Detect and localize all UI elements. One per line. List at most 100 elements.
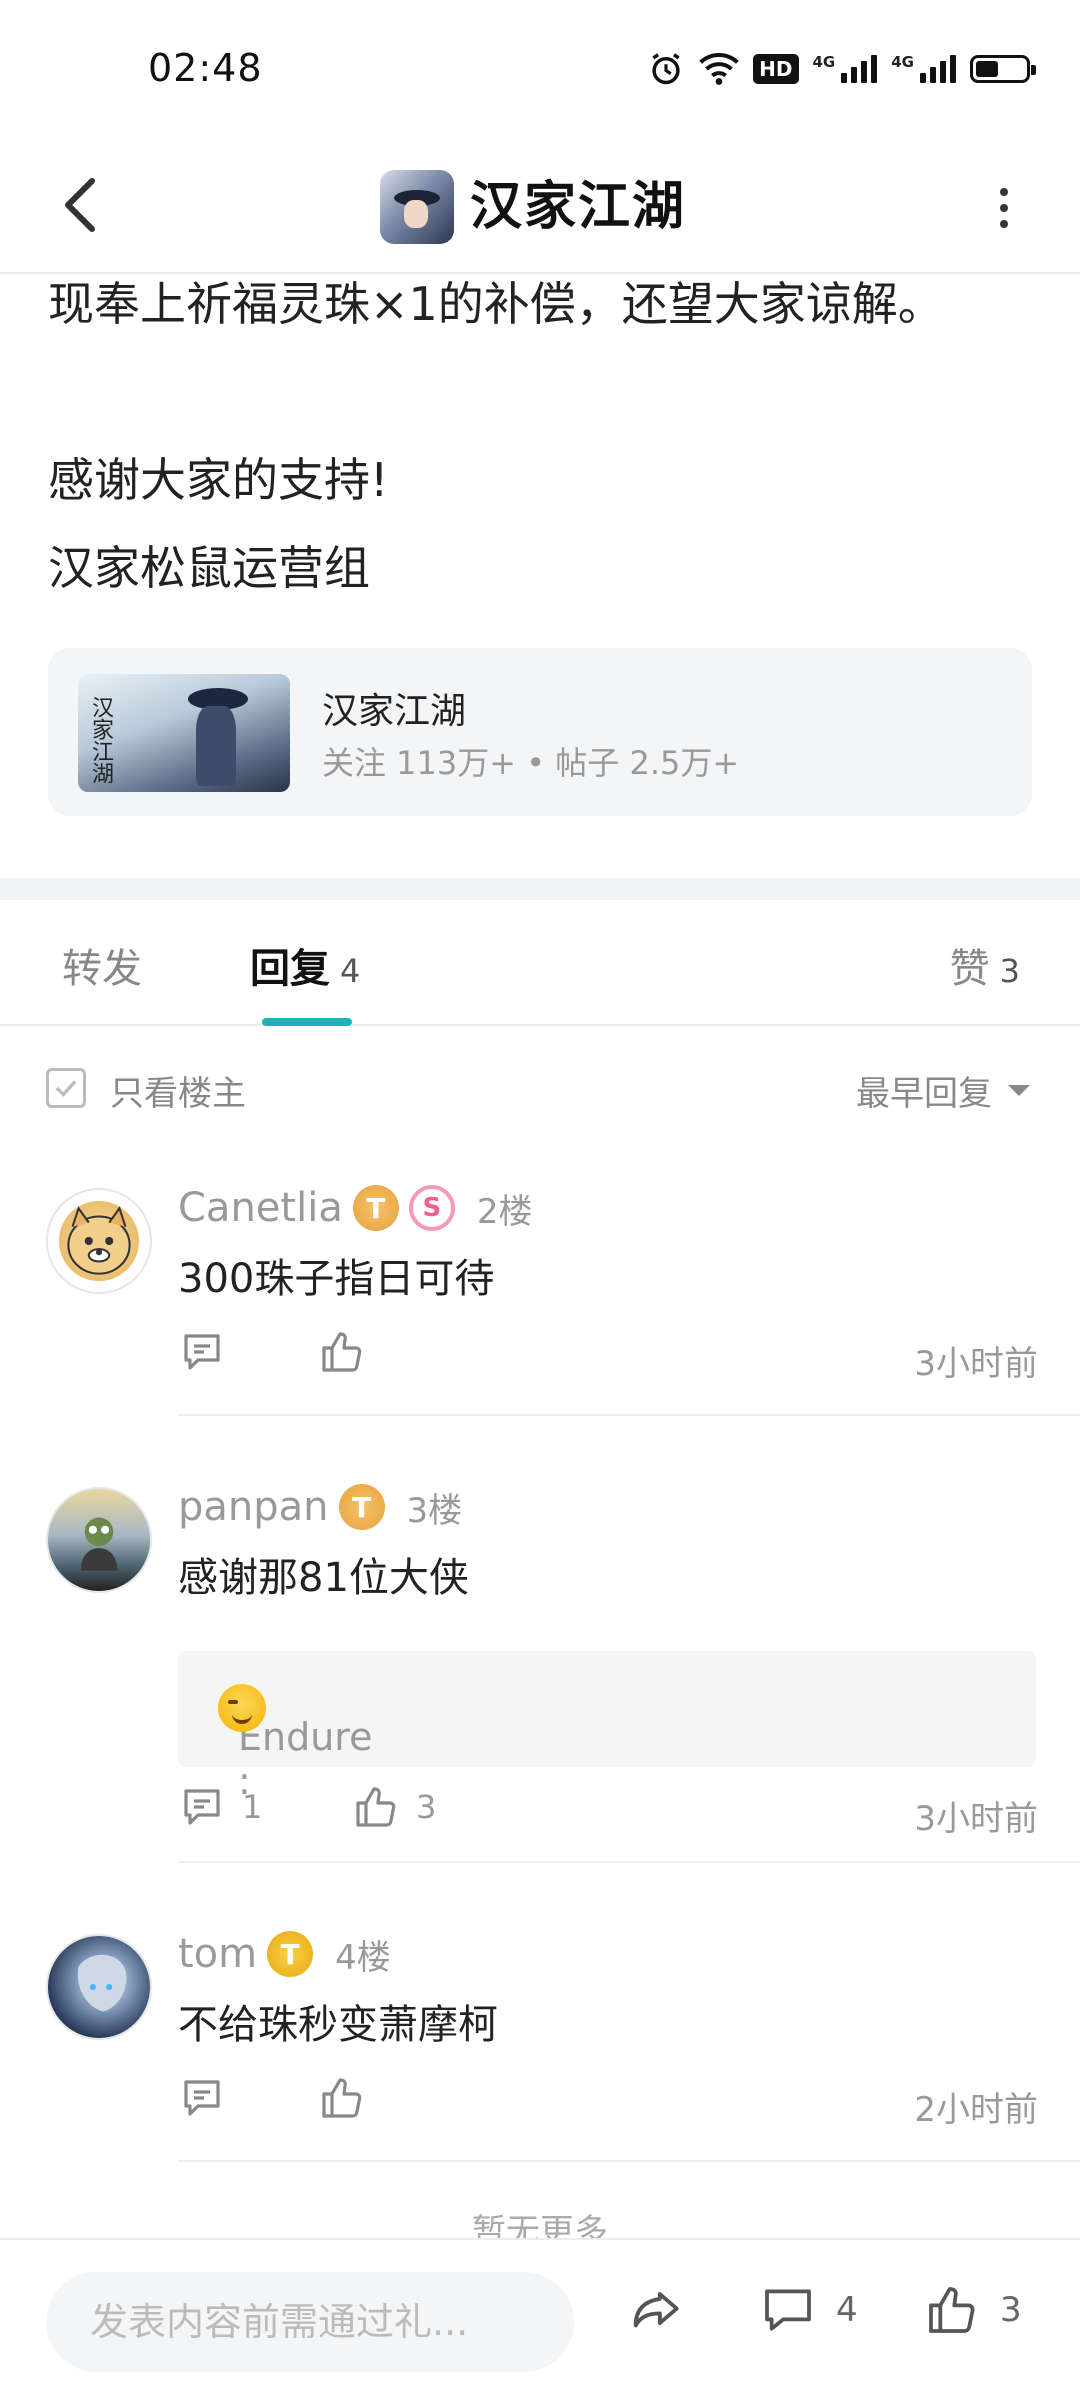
- character-icon: [80, 1517, 118, 1571]
- thumbs-up-icon: [322, 2078, 362, 2118]
- like-button[interactable]: 3: [352, 1783, 436, 1831]
- only-op-checkbox[interactable]: [46, 1068, 86, 1108]
- floor-number: 2楼: [476, 1191, 533, 1232]
- post-line: 现奉上祈福灵珠×1的补偿，还望大家谅解。: [48, 277, 944, 331]
- reply-header: Canetlia T S 2楼: [178, 1178, 532, 1238]
- username[interactable]: Canetlia: [178, 1185, 343, 1231]
- reply-time: 2小时前: [914, 2090, 1038, 2130]
- more-dot: [1000, 220, 1008, 228]
- username[interactable]: panpan: [178, 1484, 329, 1530]
- chevron-left-icon: [65, 178, 95, 232]
- reply-divider: [178, 1861, 1080, 1863]
- level-badge: T: [267, 1931, 314, 1977]
- share-button[interactable]: [626, 2282, 684, 2340]
- tab-replies[interactable]: 回复 4: [250, 936, 360, 994]
- comment-icon: [765, 2289, 811, 2331]
- signal-icon-2: 4G: [891, 55, 956, 83]
- dog-face-icon: [67, 1206, 131, 1275]
- reply-time: 3小时前: [914, 1799, 1038, 1839]
- reply-actions: 3小时前: [178, 1328, 1038, 1388]
- check-icon: [55, 1080, 77, 1097]
- status-time: 02:48: [148, 46, 263, 90]
- tab-likes[interactable]: 赞3: [950, 936, 1020, 994]
- alarm-icon: [647, 50, 685, 88]
- sort-dropdown[interactable]: 最早回复: [856, 1066, 1030, 1115]
- comment-count: 4: [836, 2290, 858, 2330]
- comment-button[interactable]: 1: [178, 1783, 262, 1831]
- forum-card-image: 汉家江湖: [78, 674, 290, 792]
- forum-name: 汉家江湖: [470, 177, 687, 237]
- special-badge: S: [408, 1185, 455, 1231]
- more-dot: [1000, 204, 1008, 212]
- post-line: 感谢大家的支持!: [48, 453, 389, 507]
- reply-header: panpan T 3楼: [178, 1477, 462, 1537]
- thumbs-up-icon: [929, 2287, 975, 2333]
- floor-number: 3楼: [406, 1490, 463, 1531]
- avatar[interactable]: [46, 1487, 152, 1593]
- forum-card-name: 汉家江湖: [322, 691, 467, 732]
- reply-actions: 1 3 3小时前: [178, 1783, 1038, 1843]
- post-content: 现奉上祈福灵珠×1的补偿，还望大家谅解。 感谢大家的支持! 汉家松鼠运营组: [48, 260, 1048, 612]
- post-detail-screen: { "status_bar": {"time": "02:48", "hd": …: [0, 0, 1080, 2400]
- reply-text: 感谢那81位大侠: [178, 1555, 469, 1601]
- comment-button[interactable]: [178, 1328, 242, 1376]
- hd-voice-icon: HD: [753, 54, 799, 84]
- forum-title[interactable]: 汉家江湖: [380, 154, 686, 260]
- reply-input[interactable]: 发表内容前需通过礼...: [46, 2272, 574, 2372]
- wifi-icon: [699, 52, 739, 86]
- sort-label: 最早回复: [856, 1074, 992, 1114]
- reply-filter-bar: 只看楼主 最早回复: [0, 1026, 1080, 1146]
- floor-number: 4楼: [335, 1937, 391, 1978]
- reply-text: 不给珠秒变萧摩柯: [178, 2002, 498, 2048]
- smirk-emoji-icon: [218, 1683, 266, 1732]
- avatar[interactable]: [46, 1188, 152, 1294]
- signal-icon-1: 4G: [813, 55, 878, 83]
- post-line: 汉家松鼠运营组: [48, 541, 370, 595]
- like-count: 3: [416, 1788, 437, 1826]
- avatar[interactable]: [46, 1934, 152, 2040]
- comment-count: 1: [242, 1788, 263, 1826]
- like-button[interactable]: [318, 1328, 382, 1376]
- like-count-button[interactable]: 3: [924, 2282, 1022, 2338]
- username[interactable]: tom: [178, 1931, 257, 1977]
- reply-divider: [178, 2160, 1080, 2162]
- caret-down-icon: [1008, 1085, 1030, 1096]
- comment-count-button[interactable]: 4: [760, 2282, 858, 2338]
- level-badge: T: [338, 1484, 385, 1530]
- forum-card-meta: 关注 113万+ • 帖子 2.5万+: [322, 744, 740, 782]
- more-options-button[interactable]: [966, 170, 1042, 246]
- only-op-label[interactable]: 只看楼主: [110, 1066, 246, 1115]
- top-nav: 汉家江湖: [0, 140, 1080, 274]
- comment-icon: [184, 2080, 220, 2116]
- reply-text: 300珠子指日可待: [178, 1256, 495, 1302]
- back-button[interactable]: [40, 165, 120, 245]
- comment-icon: [184, 1334, 220, 1370]
- reply-actions: 2小时前: [178, 2074, 1038, 2134]
- interaction-tabs: 转发 回复 4 赞3: [0, 900, 1080, 1026]
- thumbs-up-icon: [356, 1787, 396, 1827]
- reply-time: 3小时前: [914, 1344, 1038, 1384]
- more-dot: [1000, 188, 1008, 196]
- reply-header: tom T 4楼: [178, 1924, 391, 1984]
- forum-card[interactable]: 汉家江湖 汉家江湖 关注 113万+ • 帖子 2.5万+: [48, 648, 1032, 816]
- reply-divider: [178, 1414, 1080, 1416]
- status-icons: HD 4G 4G: [647, 50, 1036, 88]
- likes-count: 3: [999, 952, 1020, 990]
- replies-count: 4: [340, 952, 361, 990]
- comment-button[interactable]: [178, 2074, 242, 2122]
- character-icon: [77, 1954, 127, 2012]
- section-separator: [0, 878, 1080, 900]
- tab-forward[interactable]: 转发: [62, 936, 142, 994]
- level-badge: T: [352, 1185, 399, 1231]
- tab-indicator: [262, 1018, 352, 1026]
- status-bar: 02:48 HD 4G 4G: [0, 0, 1080, 140]
- sub-reply-preview[interactable]: Endure :: [178, 1651, 1036, 1803]
- bottom-action-bar: 发表内容前需通过礼... 4 3: [0, 2238, 1080, 2400]
- sub-reply-text: Endure :: [208, 1683, 372, 1803]
- share-icon: [633, 2292, 679, 2328]
- like-count: 3: [1000, 2290, 1022, 2330]
- thumbs-up-icon: [322, 1332, 362, 1372]
- forum-avatar: [380, 170, 454, 244]
- like-button[interactable]: [318, 2074, 382, 2122]
- forum-card-calligraphy: 汉家江湖: [88, 696, 113, 784]
